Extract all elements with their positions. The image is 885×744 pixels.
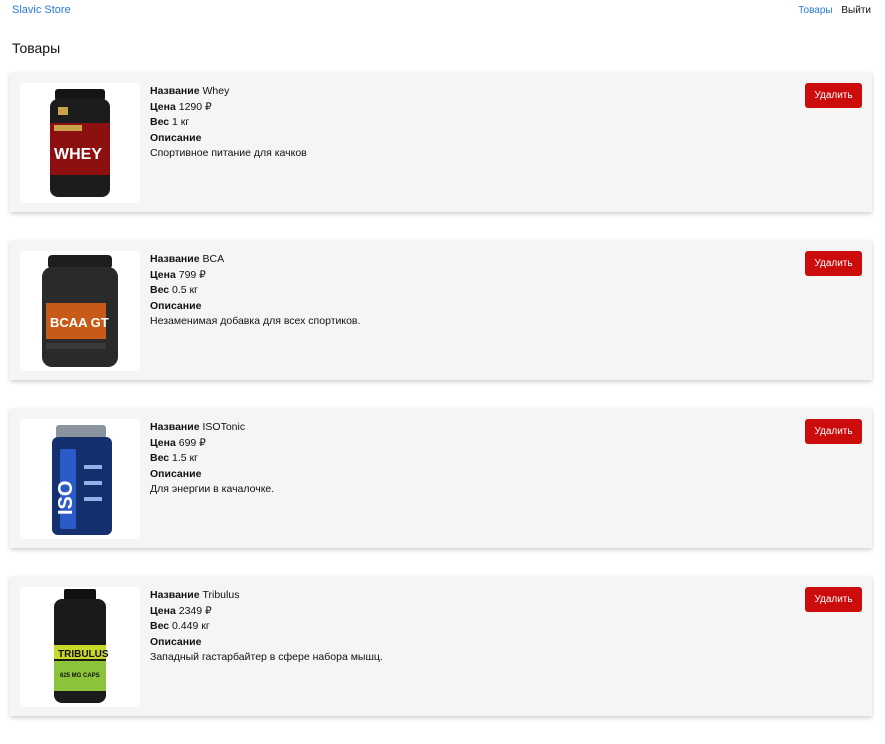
nav-logout-link[interactable]: Выйти <box>841 5 871 16</box>
price-label: Цена <box>150 436 176 449</box>
top-navbar: Slavic Store Товары Выйти <box>0 0 885 22</box>
product-weight: 0.449 кг <box>172 620 210 633</box>
product-weight-row: Вес 0.5 кг <box>150 283 360 299</box>
name-label: Название <box>150 253 200 265</box>
product-price: 2349 ₽ <box>178 604 212 617</box>
product-card: ISO Название ISOTonic Цена 699 ₽ Вес 1.5… <box>10 408 872 548</box>
product-name-row: Название BCA <box>150 252 360 268</box>
name-label: Название <box>150 589 200 601</box>
page-title: Товары <box>12 40 61 56</box>
product-info: Название BCA Цена 799 ₽ Вес 0.5 кг Описа… <box>150 252 360 330</box>
product-price: 1290 ₽ <box>178 100 212 113</box>
weight-label: Вес <box>150 116 170 129</box>
product-price: 699 ₽ <box>178 436 206 449</box>
price-label: Цена <box>150 604 176 617</box>
product-card: BCAA GT Название BCA Цена 799 ₽ Вес 0.5 … <box>10 240 872 380</box>
product-weight: 1.5 кг <box>172 452 198 465</box>
description-label: Описание <box>150 467 202 480</box>
svg-text:TRIBULUS: TRIBULUS <box>58 649 109 660</box>
tribulus-bottle-image: TRIBULUS 625 MG CAPS <box>20 587 140 707</box>
product-name: Tribulus <box>202 589 240 601</box>
description-label-row: Описание <box>150 131 307 147</box>
product-name: Whey <box>202 85 230 97</box>
product-info: Название Tribulus Цена 2349 ₽ Вес 0.449 … <box>150 588 383 666</box>
svg-text:625 MG CAPS: 625 MG CAPS <box>60 673 100 679</box>
product-card: TRIBULUS 625 MG CAPS Название Tribulus Ц… <box>10 576 872 716</box>
svg-text:ISO: ISO <box>55 481 77 515</box>
product-price: 799 ₽ <box>178 268 206 281</box>
delete-button[interactable]: Удалить <box>805 83 862 108</box>
product-price-row: Цена 799 ₽ <box>150 268 360 284</box>
delete-button[interactable]: Удалить <box>805 251 862 276</box>
delete-button[interactable]: Удалить <box>805 587 862 612</box>
weight-label: Вес <box>150 452 170 465</box>
bcaa-tub-image: BCAA GT <box>20 251 140 371</box>
description-label-row: Описание <box>150 299 360 315</box>
product-weight-row: Вес 0.449 кг <box>150 619 383 635</box>
product-price-row: Цена 2349 ₽ <box>150 604 383 620</box>
product-card: WHEY Название Whey Цена 1290 ₽ Вес 1 кг … <box>10 72 872 212</box>
description-label-row: Описание <box>150 635 383 651</box>
product-description: Спортивное питание для качков <box>150 147 307 160</box>
product-weight-row: Вес 1 кг <box>150 115 307 131</box>
product-price-row: Цена 699 ₽ <box>150 436 274 452</box>
weight-label: Вес <box>150 284 170 297</box>
product-name-row: Название Whey <box>150 84 307 100</box>
svg-text:BCAA GT: BCAA GT <box>50 315 109 330</box>
price-label: Цена <box>150 100 176 113</box>
name-label: Название <box>150 421 200 433</box>
product-description: Незаменимая добавка для всех спортиков. <box>150 315 361 328</box>
product-description: Западный гастарбайтер в сфере набора мыш… <box>150 651 383 664</box>
description-label: Описание <box>150 299 202 312</box>
description-label: Описание <box>150 635 202 648</box>
description-label-row: Описание <box>150 467 274 483</box>
product-price-row: Цена 1290 ₽ <box>150 100 307 116</box>
delete-button[interactable]: Удалить <box>805 419 862 444</box>
nav-products-link[interactable]: Товары <box>798 5 832 16</box>
product-name-row: Название Tribulus <box>150 588 383 604</box>
description-label: Описание <box>150 131 202 144</box>
brand-link[interactable]: Slavic Store <box>12 4 71 16</box>
product-weight-row: Вес 1.5 кг <box>150 451 274 467</box>
weight-label: Вес <box>150 620 170 633</box>
product-name-row: Название ISOTonic <box>150 420 274 436</box>
nav-links: Товары Выйти <box>798 5 871 16</box>
isotonic-jar-image: ISO <box>20 419 140 539</box>
product-info: Название Whey Цена 1290 ₽ Вес 1 кг Описа… <box>150 84 307 162</box>
product-weight: 1 кг <box>172 116 190 129</box>
svg-text:WHEY: WHEY <box>54 146 102 163</box>
whey-tub-image: WHEY <box>20 83 140 203</box>
name-label: Название <box>150 85 200 97</box>
product-description: Для энергии в качалочке. <box>150 483 275 496</box>
price-label: Цена <box>150 268 176 281</box>
product-info: Название ISOTonic Цена 699 ₽ Вес 1.5 кг … <box>150 420 274 498</box>
product-name: ISOTonic <box>202 421 246 433</box>
product-name: BCA <box>202 253 225 265</box>
product-weight: 0.5 кг <box>172 284 198 297</box>
product-list: WHEY Название Whey Цена 1290 ₽ Вес 1 кг … <box>10 72 872 744</box>
